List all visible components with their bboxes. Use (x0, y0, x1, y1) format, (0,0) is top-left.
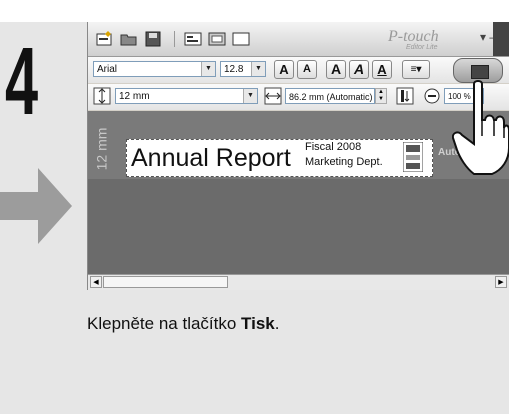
label-length-value: 86.2 mm (Automatic) (289, 92, 373, 102)
arrow-right-icon (0, 168, 72, 244)
instruction-prefix: Klepněte na tlačítko (87, 314, 242, 333)
margin-label-text: 12 mm (93, 127, 110, 171)
grow-font-button[interactable]: A (274, 60, 294, 79)
app-screenshot: P-touch Editor Lite ▾ – Arial ▼ 12.8 ▼ A… (87, 22, 509, 290)
underline-button[interactable]: A (372, 60, 392, 79)
tape-width-icon (93, 87, 111, 105)
text-box-icon[interactable] (184, 31, 202, 47)
text-handle-icon[interactable] (403, 142, 423, 172)
label-length-input[interactable]: 86.2 mm (Automatic) (285, 88, 375, 104)
label-preview[interactable]: Annual Report Fiscal 2008 Marketing Dept… (126, 139, 433, 177)
toolbar-divider (174, 31, 175, 47)
tape-width-value: 12 mm (119, 91, 150, 102)
page-top-margin (0, 0, 509, 22)
label-length-icon (264, 87, 282, 105)
horizontal-scrollbar[interactable]: ◀ ▶ (88, 274, 509, 290)
label-line-1: Fiscal 2008 (305, 141, 362, 153)
font-toolbar: Arial ▼ 12.8 ▼ A A A A A ≡▾ (88, 57, 509, 83)
scroll-thumb[interactable] (103, 276, 228, 288)
close-button[interactable] (493, 22, 509, 56)
image-icon[interactable] (232, 31, 250, 47)
layout-toolbar: 12 mm ▼ 86.2 mm (Automatic) ▲ ▼ 100 % (88, 84, 509, 110)
italic-button[interactable]: A (349, 60, 369, 79)
instruction-suffix: . (274, 314, 280, 333)
app-brand-sub: Editor Lite (406, 44, 438, 51)
align-button[interactable]: ≡▾ (402, 60, 430, 79)
margin-label: 12 mm (93, 121, 122, 181)
align-text-icon[interactable] (396, 87, 414, 105)
chevron-down-icon[interactable]: ▼ (243, 89, 257, 103)
chevron-down-icon[interactable]: ▼ (251, 62, 265, 76)
shrink-font-button[interactable]: A (297, 60, 317, 79)
print-icon (471, 65, 489, 79)
font-size-value: 12.8 (224, 64, 244, 75)
chevron-down-icon[interactable]: ▼ (201, 62, 215, 76)
scroll-left-icon[interactable]: ◀ (90, 276, 102, 288)
pointing-hand-icon (452, 80, 509, 175)
frame-icon[interactable] (208, 31, 226, 47)
instruction-text: Klepněte na tlačítko Tisk. (87, 314, 280, 334)
label-title: Annual Report (131, 144, 291, 172)
instruction-keyword: Tisk (241, 314, 275, 333)
font-size-select[interactable]: 12.8 ▼ (220, 61, 266, 77)
new-label-icon[interactable] (96, 31, 114, 47)
label-canvas: 12 mm Annual Report Fiscal 2008 Marketin… (88, 111, 509, 276)
length-stepper[interactable]: ▲ ▼ (375, 88, 387, 104)
bold-button[interactable]: A (326, 60, 346, 79)
open-folder-icon[interactable] (120, 31, 138, 47)
label-line-2: Marketing Dept. (305, 156, 383, 168)
title-bar: P-touch Editor Lite ▾ – (88, 22, 509, 57)
font-name-value: Arial (97, 64, 118, 75)
step-number: 4 (5, 28, 38, 135)
zoom-out-icon[interactable] (424, 88, 440, 104)
scroll-right-icon[interactable]: ▶ (495, 276, 507, 288)
tape-width-select[interactable]: 12 mm ▼ (115, 88, 258, 104)
save-icon[interactable] (144, 31, 162, 47)
font-name-select[interactable]: Arial ▼ (93, 61, 216, 77)
